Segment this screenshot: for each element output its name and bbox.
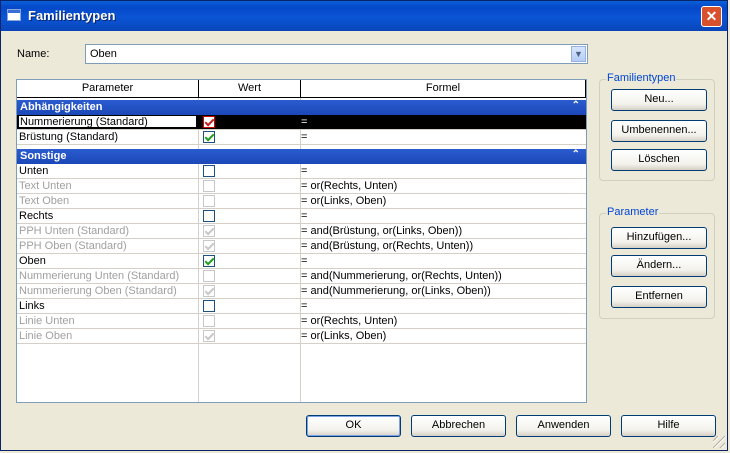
window-title: Familientypen (28, 8, 116, 23)
parameter-group-title: Parameter (606, 206, 660, 218)
table-row[interactable]: Rechts = (17, 209, 586, 224)
table-row[interactable]: Linie Unten = or(Rechts, Unten) (17, 314, 586, 329)
delete-type-button[interactable]: Löschen (611, 149, 707, 171)
group-title: Sonstige (20, 150, 67, 162)
table-row[interactable]: Linie Oben = or(Links, Oben) (17, 329, 586, 344)
parameter-name: Linie Unten (19, 315, 75, 327)
table-row[interactable]: Text Unten = or(Rechts, Unten) (17, 179, 586, 194)
value-checkbox (203, 285, 215, 297)
cancel-button[interactable]: Abbrechen (411, 415, 506, 437)
parameter-name: Oben (19, 255, 46, 267)
table-header: Parameter Wert Formel (17, 80, 586, 98)
table-row[interactable]: Nummerierung Oben (Standard) = and(Nummer… (17, 284, 586, 299)
value-checkbox (203, 330, 215, 342)
formula-cell[interactable]: = or(Links, Oben) (301, 330, 386, 342)
value-checkbox[interactable] (203, 300, 215, 312)
value-checkbox[interactable] (203, 131, 215, 143)
add-parameter-button[interactable]: Hinzufügen... (611, 227, 707, 249)
value-checkbox[interactable] (203, 116, 215, 128)
parameter-name: PPH Unten (Standard) (19, 225, 130, 237)
familientypen-dialog: Familientypen ✕ Name: Oben ▼ Parameter W… (0, 0, 728, 451)
formula-cell[interactable]: = or(Rechts, Unten) (301, 180, 397, 192)
title-bar[interactable]: Familientypen ✕ (1, 1, 727, 31)
formula-cell[interactable]: = (301, 300, 307, 312)
chevron-down-icon[interactable]: ▼ (571, 46, 586, 62)
table-row[interactable]: PPH Unten (Standard) = and(Brüstung, or(L… (17, 224, 586, 239)
column-header-parameter[interactable]: Parameter (17, 80, 199, 97)
parameter-name: Unten (19, 165, 49, 177)
close-button[interactable]: ✕ (701, 6, 722, 27)
parameter-name: Brüstung (Standard) (19, 131, 119, 143)
table-row[interactable]: Nummerierung Unten (Standard) = and(Numme… (17, 269, 586, 284)
name-dropdown[interactable]: Oben ▼ (85, 44, 588, 64)
new-type-button[interactable]: Neu... (611, 89, 707, 111)
value-checkbox[interactable] (203, 210, 215, 222)
value-checkbox (203, 225, 215, 237)
column-header-formel[interactable]: Formel (301, 80, 586, 97)
table-row[interactable]: PPH Oben (Standard) = and(Brüstung, or(Re… (17, 239, 586, 254)
value-checkbox (203, 240, 215, 252)
table-row[interactable]: Nummerierung (Standard) = (17, 115, 586, 130)
formula-cell[interactable]: = (301, 131, 307, 143)
parameter-name: Rechts (19, 210, 54, 222)
formula-cell[interactable]: = (301, 116, 307, 128)
value-checkbox (203, 315, 215, 327)
table-row[interactable]: Links = (17, 299, 586, 314)
group-title: Abhängigkeiten (20, 101, 103, 113)
formula-cell[interactable]: = (301, 165, 307, 177)
window-icon (7, 9, 21, 21)
parameter-name: Links (19, 300, 45, 312)
modify-parameter-button[interactable]: Ändern... (611, 255, 707, 277)
value-checkbox (203, 180, 215, 192)
formula-cell[interactable]: = and(Nummerierung, or(Links, Oben)) (301, 285, 491, 297)
value-checkbox (203, 270, 215, 282)
collapse-icon[interactable]: ⌃ (572, 149, 580, 160)
parameter-name: Nummerierung (Standard) (18, 115, 197, 128)
table-row[interactable]: Text Oben = or(Links, Oben) (17, 194, 586, 209)
formula-cell[interactable]: = and(Nummerierung, or(Rechts, Unten)) (301, 270, 502, 282)
ok-button[interactable]: OK (306, 415, 401, 437)
table-row[interactable]: Brüstung (Standard) = (17, 130, 586, 145)
parameter-name: PPH Oben (Standard) (19, 240, 127, 252)
group-header[interactable]: Sonstige ⌃ (17, 149, 586, 164)
collapse-icon[interactable]: ⌃ (572, 100, 580, 111)
rename-type-button[interactable]: Umbenennen... (611, 120, 707, 142)
parameter-name: Nummerierung Oben (Standard) (19, 285, 177, 297)
parameter-name: Text Unten (19, 180, 72, 192)
familientypen-group-title: Familientypen (606, 72, 677, 84)
value-checkbox[interactable] (203, 255, 215, 267)
formula-cell[interactable]: = or(Links, Oben) (301, 195, 386, 207)
table-row[interactable]: Unten = (17, 164, 586, 179)
formula-cell[interactable]: = (301, 210, 307, 222)
help-button[interactable]: Hilfe (621, 415, 716, 437)
name-value: Oben (90, 48, 117, 60)
formula-cell[interactable]: = (301, 255, 307, 267)
value-checkbox[interactable] (203, 165, 215, 177)
column-header-wert[interactable]: Wert (199, 80, 301, 97)
table-row[interactable]: Oben = (17, 254, 586, 269)
value-checkbox (203, 195, 215, 207)
remove-parameter-button[interactable]: Entfernen (611, 286, 707, 308)
resize-grip-icon[interactable] (713, 436, 725, 448)
parameter-name: Text Oben (19, 195, 70, 207)
apply-button[interactable]: Anwenden (516, 415, 611, 437)
parameter-name: Linie Oben (19, 330, 73, 342)
formula-cell[interactable]: = and(Brüstung, or(Rechts, Unten)) (301, 240, 473, 252)
name-label: Name: (17, 48, 50, 60)
group-header[interactable]: Abhängigkeiten ⌃ (17, 100, 586, 115)
formula-cell[interactable]: = and(Brüstung, or(Links, Oben)) (301, 225, 462, 237)
parameter-name: Nummerierung Unten (Standard) (19, 270, 180, 282)
parameter-table: Parameter Wert Formel Abhängigkeiten ⌃ Num… (16, 79, 587, 403)
close-icon: ✕ (705, 8, 718, 24)
formula-cell[interactable]: = or(Rechts, Unten) (301, 315, 397, 327)
